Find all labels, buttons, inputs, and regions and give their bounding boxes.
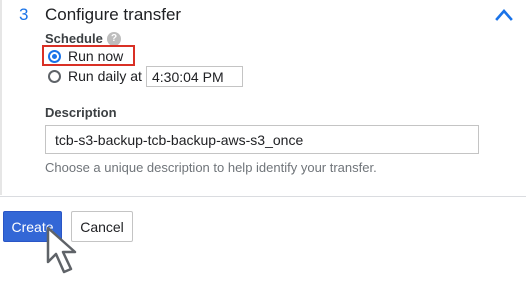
step-title: Configure transfer	[45, 5, 182, 24]
radio-button-run-now[interactable]	[48, 49, 61, 63]
step-number: 3	[19, 5, 29, 24]
radio-button-run-daily[interactable]	[48, 69, 61, 83]
schedule-label: Schedule	[45, 31, 103, 46]
description-label: Description	[45, 105, 117, 120]
radio-option-run-now[interactable]: Run now	[45, 46, 123, 66]
radio-label-run-now: Run now	[68, 48, 124, 64]
create-button[interactable]: Create	[3, 211, 62, 242]
chevron-up-icon[interactable]	[494, 6, 514, 24]
help-icon[interactable]: ?	[107, 32, 121, 46]
daily-time-input[interactable]	[146, 66, 243, 87]
divider	[0, 196, 526, 197]
step-header: 3 Configure transfer	[0, 0, 526, 30]
description-hint: Choose a unique description to help iden…	[45, 160, 377, 175]
cancel-button[interactable]: Cancel	[71, 211, 133, 242]
radio-label-run-daily: Run daily at	[68, 68, 142, 84]
description-input[interactable]	[45, 125, 479, 154]
radio-option-run-daily[interactable]: Run daily at	[45, 66, 142, 86]
